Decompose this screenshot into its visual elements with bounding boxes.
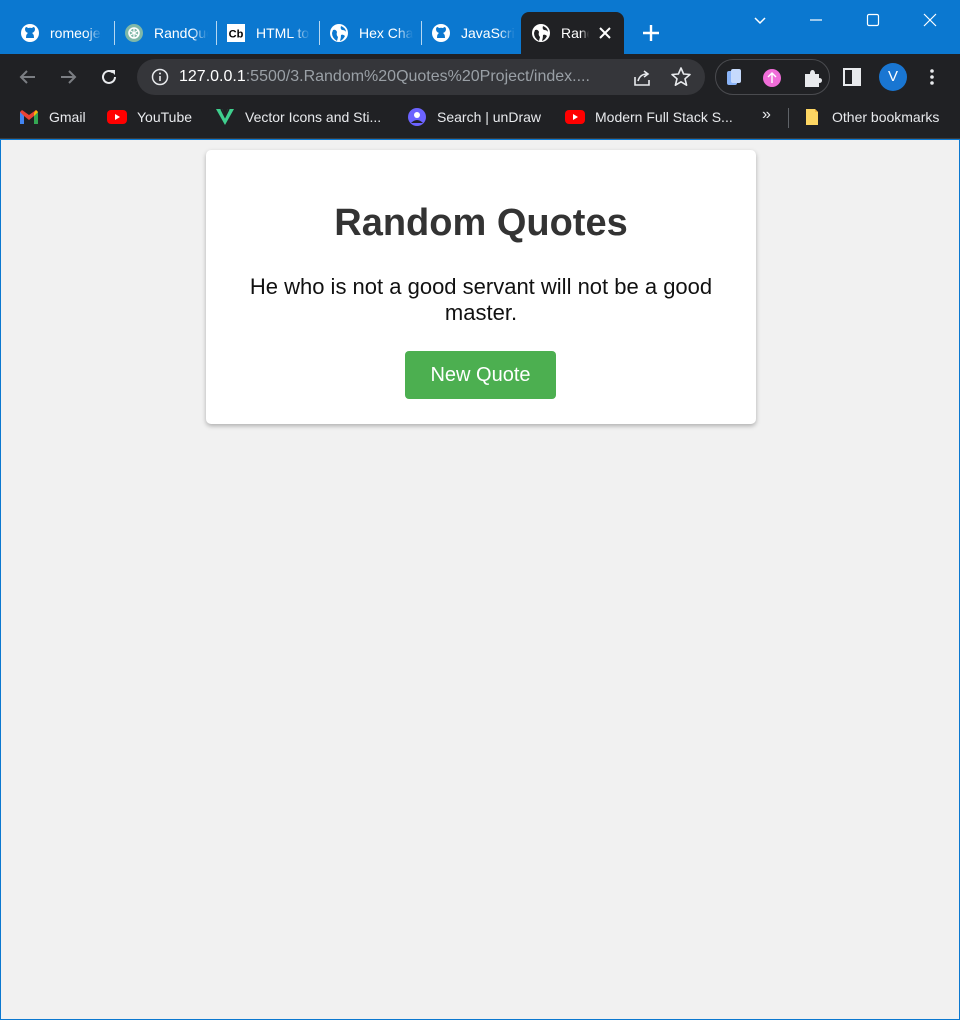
forward-button[interactable]	[54, 63, 82, 91]
reload-icon	[102, 69, 116, 84]
globe-icon	[531, 23, 551, 43]
bookmark-label: Vector Icons and Sti...	[245, 109, 382, 125]
extension-clipboard-icon[interactable]	[724, 68, 744, 88]
quote-card: Random Quotes He who is not a good serva…	[206, 150, 756, 424]
share-icon[interactable]	[631, 67, 653, 89]
more-bookmarks-button[interactable]: »	[762, 106, 771, 124]
tab-close-icon[interactable]	[596, 24, 614, 42]
close-icon	[923, 13, 937, 27]
chevron-down-icon	[754, 17, 766, 25]
arrow-right-icon	[61, 70, 77, 84]
folder-icon	[802, 108, 822, 126]
tab-hex-chart[interactable]: Hex Chart	[309, 12, 421, 54]
tab-title: romeojeremiah	[50, 25, 102, 41]
url-host: 127.0.0.1	[179, 68, 246, 85]
chatgpt-icon	[124, 23, 144, 43]
page-viewport: Random Quotes He who is not a good serva…	[1, 140, 959, 1019]
bookmark-divider	[788, 108, 789, 128]
reload-button[interactable]	[95, 63, 123, 91]
tab-title: HTML to	[256, 25, 310, 41]
undraw-icon	[407, 108, 427, 126]
new-quote-button[interactable]: New Quote	[405, 351, 556, 399]
tab-randquotes[interactable]: RandQuotes	[104, 12, 216, 54]
bookmarks-bar: Gmail YouTube Vector Icons and Sti... Se…	[0, 100, 960, 139]
bookmark-label: Other bookmarks	[832, 109, 940, 125]
back-button[interactable]	[14, 63, 42, 91]
bookmark-label: YouTube	[137, 109, 193, 125]
youtube-icon	[107, 108, 127, 126]
close-window-button[interactable]	[910, 6, 950, 34]
quote-text: He who is not a good servant will not be…	[249, 274, 713, 325]
gmail-icon	[19, 108, 39, 126]
page-title: Random Quotes	[334, 202, 628, 244]
url-text[interactable]: 127.0.0.1:5500/3.Random%20Quotes%20Proje…	[179, 68, 619, 86]
arrow-left-icon	[19, 70, 35, 84]
minimize-icon	[810, 19, 822, 21]
info-icon[interactable]	[151, 68, 169, 86]
github-icon	[20, 23, 40, 43]
maximize-button[interactable]	[853, 6, 893, 34]
puzzle-icon[interactable]	[802, 68, 822, 88]
tab-github-romeojeremiah[interactable]: romeojeremiah	[0, 12, 114, 54]
bookmark-undraw[interactable]: Search | unDraw	[407, 100, 541, 134]
tab-random-quotes-active[interactable]: Random Quotes	[521, 12, 624, 54]
plus-icon	[643, 25, 659, 41]
menu-dots-icon[interactable]	[922, 67, 942, 87]
tab-search-button[interactable]	[740, 6, 780, 34]
tab-title: Random Quotes	[561, 25, 589, 41]
side-panel-icon[interactable]	[842, 67, 862, 87]
bookmark-label: Gmail	[49, 109, 86, 125]
star-icon[interactable]	[670, 66, 692, 88]
new-tab-button[interactable]	[638, 20, 664, 46]
tab-title: RandQuotes	[154, 25, 208, 41]
browser-toolbar: 127.0.0.1:5500/3.Random%20Quotes%20Proje…	[0, 54, 960, 100]
bookmark-vector-icons[interactable]: Vector Icons and Sti...	[215, 100, 381, 134]
profile-avatar[interactable]: V	[879, 63, 907, 91]
address-bar[interactable]: 127.0.0.1:5500/3.Random%20Quotes%20Proje…	[137, 59, 705, 95]
codebeautify-icon: Cb	[226, 23, 246, 43]
tab-html-to[interactable]: Cb HTML to	[206, 12, 318, 54]
extensions-group	[715, 59, 830, 95]
tab-title: JavaScript	[461, 25, 515, 41]
bookmark-youtube[interactable]: YouTube	[107, 100, 192, 134]
globe-icon	[329, 23, 349, 43]
bookmark-gmail[interactable]: Gmail	[19, 100, 86, 134]
maximize-icon	[866, 13, 880, 27]
tab-title: Hex Chart	[359, 25, 413, 41]
bookmark-label: Search | unDraw	[437, 109, 542, 125]
minimize-button[interactable]	[796, 6, 836, 34]
tab-github-javascript[interactable]: JavaScript	[411, 12, 523, 54]
youtube-icon	[565, 108, 585, 126]
tab-strip: romeojeremiah RandQuotes Cb HTML to Hex …	[0, 0, 960, 54]
bookmark-other-folder[interactable]: Other bookmarks	[802, 100, 939, 134]
vector-icon	[215, 108, 235, 126]
svg-text:Cb: Cb	[229, 29, 244, 41]
bookmark-label: Modern Full Stack S...	[595, 109, 733, 125]
github-icon	[431, 23, 451, 43]
bookmark-modern-full-stack[interactable]: Modern Full Stack S...	[565, 100, 733, 134]
url-path: :5500/3.Random%20Quotes%20Project/index.…	[245, 68, 590, 85]
extension-pink-icon[interactable]	[762, 68, 782, 88]
